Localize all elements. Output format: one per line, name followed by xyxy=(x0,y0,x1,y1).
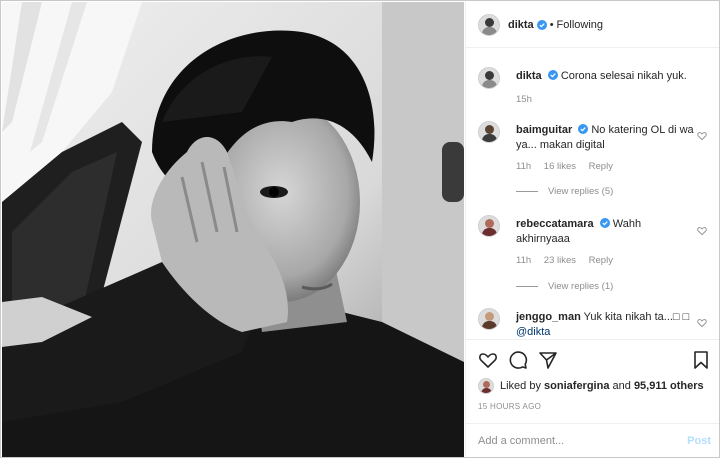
verified-badge-icon xyxy=(536,19,547,30)
caption-author-avatar[interactable] xyxy=(478,67,500,89)
reply-button[interactable]: Reply xyxy=(589,161,613,172)
comment-meta: 11h 23 likes Reply xyxy=(516,255,623,266)
author-avatar[interactable] xyxy=(478,13,500,36)
comment-mention-link[interactable]: @dikta xyxy=(516,326,550,338)
caption-meta: 15h xyxy=(516,94,542,105)
comment-meta: 11h 16 likes Reply xyxy=(516,161,623,172)
comments-list[interactable]: dikta Corona selesai nikah yuk. 15h baim… xyxy=(466,49,719,339)
comment-item: baimguitar No katering OL di wa ya... ma… xyxy=(478,121,713,201)
comment-text: Yuk kita nikah ta...□ □ xyxy=(583,311,690,323)
view-replies-link[interactable]: View replies (5) xyxy=(516,186,613,197)
post-photo[interactable] xyxy=(2,2,464,457)
post-comment-button[interactable]: Post xyxy=(687,435,711,447)
comment-likes-count[interactable]: 23 likes xyxy=(544,255,576,266)
comment-like-heart-icon[interactable] xyxy=(697,226,707,236)
following-button[interactable]: Following xyxy=(557,19,603,31)
comment-item: jenggo_man Yuk kita nikah ta...□ □ @dikt… xyxy=(478,308,713,339)
comment-likes-count[interactable]: 16 likes xyxy=(544,161,576,172)
comment-text-block: jenggo_man Yuk kita nikah ta...□ □ @dikt… xyxy=(516,310,694,339)
comment-like-heart-icon[interactable] xyxy=(697,318,707,328)
liker-avatar[interactable] xyxy=(478,378,494,394)
likes-summary: Liked by soniafergina and 95,911 others xyxy=(478,378,704,394)
reply-button[interactable]: Reply xyxy=(589,255,613,266)
comment-username[interactable]: baimguitar xyxy=(516,124,572,136)
caption-text: Corona selesai nikah yuk. xyxy=(560,70,687,82)
share-icon[interactable] xyxy=(538,350,558,370)
add-comment-input[interactable]: Add a comment... xyxy=(478,435,687,447)
add-comment-bar: Add a comment... Post xyxy=(466,423,719,457)
comment-username[interactable]: jenggo_man xyxy=(516,311,581,323)
post-photo-image xyxy=(2,2,464,457)
instagram-post-window: dikta • Following dikta Corona selesai n… xyxy=(0,0,720,458)
heart-icon[interactable] xyxy=(478,350,498,370)
comment-item: rebeccatamara Wahh akhirnyaaa 11h 23 lik… xyxy=(478,215,713,295)
post-side-panel: dikta • Following dikta Corona selesai n… xyxy=(465,2,719,457)
replies-divider xyxy=(516,286,538,287)
view-replies-link[interactable]: View replies (1) xyxy=(516,281,613,292)
replies-divider xyxy=(516,191,538,192)
caption-username[interactable]: dikta xyxy=(516,70,542,82)
comment-username[interactable]: rebeccatamara xyxy=(516,218,594,230)
comment-text-block: rebeccatamara Wahh akhirnyaaa xyxy=(516,217,694,247)
liked-by-joiner: and xyxy=(612,380,631,392)
verified-badge-icon xyxy=(599,218,610,228)
comment-like-heart-icon[interactable] xyxy=(697,131,707,141)
caption-time: 15h xyxy=(516,94,532,105)
header-separator: • xyxy=(549,18,554,31)
comment-time: 11h xyxy=(516,161,532,172)
liked-by-prefix: Liked by xyxy=(500,380,541,392)
caption: dikta Corona selesai nikah yuk. 15h xyxy=(478,67,713,117)
comment-time: 11h xyxy=(516,255,532,266)
caption-text-block: dikta Corona selesai nikah yuk. xyxy=(516,69,694,84)
view-replies-label: View replies (5) xyxy=(548,186,614,197)
commenter-avatar[interactable] xyxy=(478,308,500,330)
verified-badge-icon xyxy=(578,124,589,134)
view-replies-label: View replies (1) xyxy=(548,281,614,292)
author-username[interactable]: dikta xyxy=(508,19,534,31)
liked-by-username[interactable]: soniafergina xyxy=(544,380,609,392)
post-timestamp[interactable]: 15 HOURS AGO xyxy=(478,402,541,411)
comment-icon[interactable] xyxy=(508,350,528,370)
comment-text-block: baimguitar No katering OL di wa ya... ma… xyxy=(516,123,694,153)
post-header: dikta • Following xyxy=(466,2,719,48)
bookmark-icon[interactable] xyxy=(691,350,711,370)
likes-others-count[interactable]: 95,911 others xyxy=(634,380,704,392)
commenter-avatar[interactable] xyxy=(478,215,500,237)
commenter-avatar[interactable] xyxy=(478,121,500,143)
post-actions: Liked by soniafergina and 95,911 others … xyxy=(466,339,719,429)
verified-badge-icon xyxy=(547,70,558,80)
